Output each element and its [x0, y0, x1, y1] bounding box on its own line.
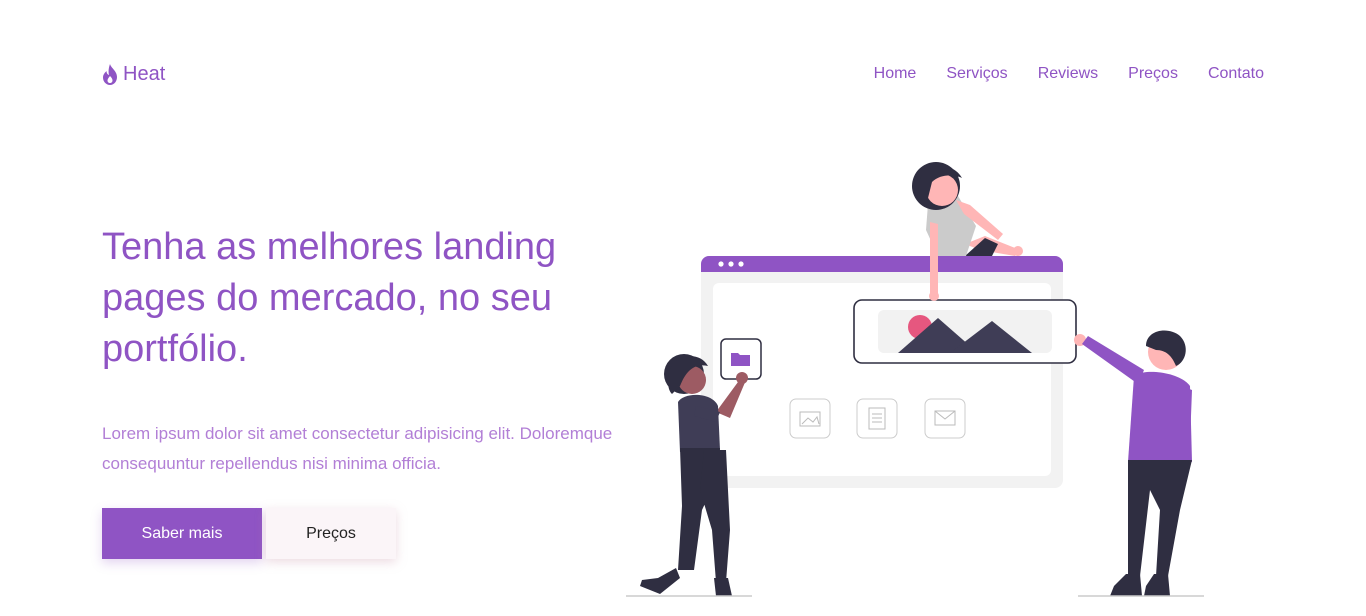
precos-button[interactable]: Preços: [266, 508, 396, 559]
hero-description: Lorem ipsum dolor sit amet consectetur a…: [102, 424, 613, 473]
flame-icon: [103, 63, 117, 85]
standing-man-illustration: [1074, 330, 1204, 597]
hero-illustration: [626, 162, 1204, 597]
hero-title: Tenha as melhores landing pages do merca…: [102, 226, 557, 370]
nav-precos[interactable]: Preços: [1128, 64, 1178, 84]
brand-logo[interactable]: Heat: [102, 62, 165, 86]
nav-servicos[interactable]: Serviços: [946, 64, 1007, 84]
brand-name: Heat: [123, 63, 166, 85]
nav-reviews[interactable]: Reviews: [1038, 64, 1098, 84]
main-nav: Home Serviços Reviews Preços Contato: [874, 64, 1264, 84]
nav-home[interactable]: Home: [874, 64, 917, 84]
site-header: Heat Home Serviços Reviews Preços Contat…: [102, 58, 1264, 90]
nav-contato[interactable]: Contato: [1208, 64, 1264, 84]
saber-mais-button[interactable]: Saber mais: [102, 508, 262, 559]
